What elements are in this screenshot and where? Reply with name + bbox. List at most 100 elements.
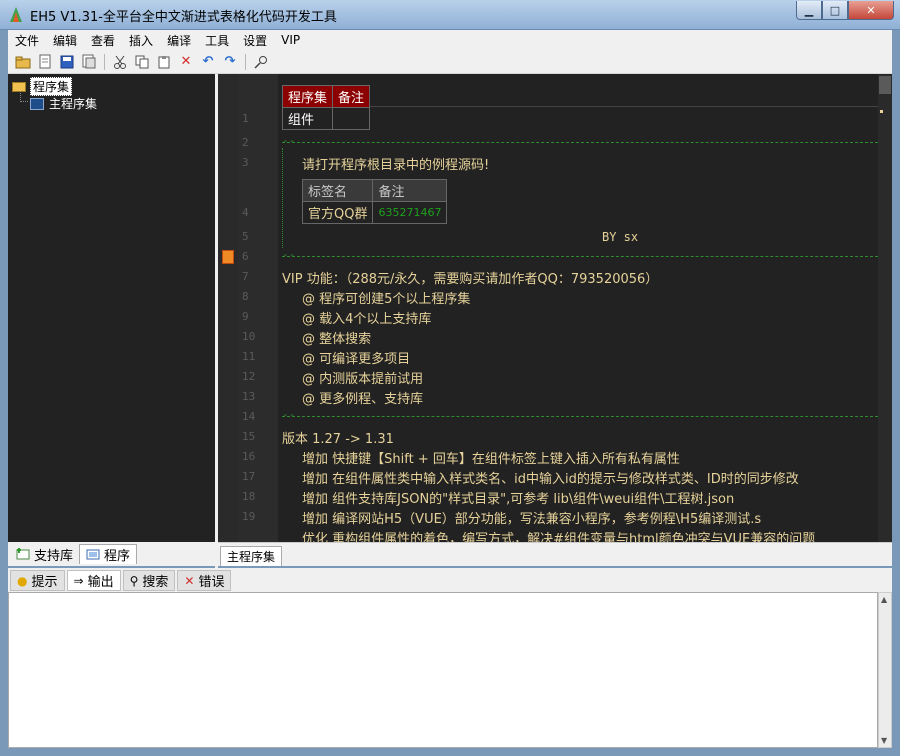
program-icon <box>86 549 100 561</box>
editor-tabs: 主程序集 <box>218 542 892 566</box>
output-panel[interactable] <box>8 592 878 748</box>
scroll-thumb[interactable] <box>879 76 891 94</box>
copy-icon[interactable] <box>131 52 153 72</box>
change-item: 增加 在组件属性类中输入样式类名、id中输入id的提示与修改样式类、ID时的同步… <box>302 472 799 487</box>
tree-root-label: 程序集 <box>30 77 73 96</box>
tab-error[interactable]: ✕ 错误 <box>177 570 232 591</box>
change-item: 增加 快捷键【Shift + 回车】在组件标签上键入插入所有私有属性 <box>302 452 680 467</box>
change-item: 增加 编译网站H5（VUE）部分功能，写法兼容小程序，参考例程\H5编译测试.s <box>302 512 762 527</box>
line-number: 11 <box>242 350 256 363</box>
table-header: 程序集 <box>281 85 334 108</box>
toolbar-separator <box>245 53 246 70</box>
line-number: 8 <box>242 290 249 303</box>
tab-program[interactable]: 程序 <box>79 544 138 564</box>
app-logo-icon <box>10 7 22 22</box>
tab-hint[interactable]: ● 提示 <box>10 570 65 591</box>
scroll-down-icon[interactable]: ▼ <box>881 736 887 745</box>
menu-settings[interactable]: 设置 <box>236 32 274 49</box>
menu-vip[interactable]: VIP <box>274 33 307 47</box>
error-icon: ✕ <box>184 573 195 588</box>
menu-edit[interactable]: 编辑 <box>46 32 84 49</box>
toolbar: ✕ ↶ ↷ <box>8 50 892 74</box>
line-number: 17 <box>242 470 256 483</box>
line-number: 13 <box>242 390 256 403</box>
notice-text: 请打开程序根目录中的例程源码! <box>302 158 490 173</box>
table-header: 备注 <box>332 85 371 108</box>
save-icon[interactable] <box>56 52 78 72</box>
redo-icon[interactable]: ↷ <box>219 52 241 72</box>
table-cell[interactable]: 官方QQ群 <box>301 201 374 224</box>
search-icon: ⚲ <box>129 573 139 588</box>
block-guide <box>282 148 283 248</box>
line-number: 16 <box>242 450 256 463</box>
library-icon <box>16 548 30 560</box>
line-number: 10 <box>242 330 256 343</box>
change-item: 优化 重构组件属性的着色，编写方式，解决#组件变量与html颜色冲突与VUE兼容… <box>302 532 816 542</box>
delete-icon[interactable]: ✕ <box>175 52 197 72</box>
version-title: 版本 1.27 -> 1.31 <box>282 432 394 447</box>
menu-compile[interactable]: 编译 <box>160 32 198 49</box>
tab-library-label: 支持库 <box>34 548 74 564</box>
line-number: 7 <box>242 270 249 283</box>
dash-marker: -- <box>282 134 296 147</box>
label-table: 标签名 备注 官方QQ群 635271467 <box>301 179 448 224</box>
tab-main-assembly[interactable]: 主程序集 <box>220 546 283 566</box>
lightbulb-icon: ● <box>17 573 28 588</box>
bookmark-gutter <box>218 74 238 542</box>
table-cell[interactable] <box>332 107 371 130</box>
line-number: 2 <box>242 136 249 149</box>
line-number: 19 <box>242 510 256 523</box>
menu-file[interactable]: 文件 <box>8 32 46 49</box>
tab-hint-label: 提示 <box>31 575 58 590</box>
table-cell[interactable]: 组件 <box>281 107 334 130</box>
table-header: 标签名 <box>301 179 374 202</box>
new-file-icon[interactable] <box>34 52 56 72</box>
scroll-marker <box>880 110 883 113</box>
vip-item: @ 可编译更多项目 <box>302 352 411 367</box>
paste-icon[interactable] <box>153 52 175 72</box>
line-number: 6 <box>242 250 249 263</box>
vip-title: VIP 功能：（288元/永久，需要购买请加作者QQ：793520056） <box>282 272 659 287</box>
dash-marker: -- <box>282 248 296 261</box>
folder-icon <box>12 81 26 92</box>
tab-library[interactable]: 支持库 <box>10 544 79 564</box>
save-all-icon[interactable] <box>78 52 100 72</box>
output-scrollbar[interactable]: ▲ ▼ <box>878 592 892 748</box>
editor-scrollbar[interactable] <box>878 74 892 542</box>
cut-icon[interactable] <box>109 52 131 72</box>
tab-output-label: 输出 <box>87 575 114 590</box>
dash-marker: -- <box>282 408 296 421</box>
menu-tools[interactable]: 工具 <box>198 32 236 49</box>
title-bar: EH5 V1.31-全平台全中文渐进式表格化代码开发工具 ▁ □ ✕ <box>0 0 900 30</box>
menu-insert[interactable]: 插入 <box>122 32 160 49</box>
tab-output[interactable]: ⇒ 输出 <box>66 570 121 591</box>
scroll-up-icon[interactable]: ▲ <box>881 595 887 604</box>
change-item: 增加 组件支持库JSON的"样式目录",可参考 lib\组件\weui组件\工程… <box>302 492 735 507</box>
close-button[interactable]: ✕ <box>848 1 894 20</box>
tab-search[interactable]: ⚲ 搜索 <box>122 570 176 591</box>
minimize-button[interactable]: ▁ <box>796 1 822 20</box>
new-folder-icon[interactable] <box>12 52 34 72</box>
project-tree: 程序集 主程序集 <box>8 74 215 542</box>
line-number: 15 <box>242 430 256 443</box>
menu-bar: 文件 编辑 查看 插入 编译 工具 设置 VIP <box>8 30 892 50</box>
section-divider <box>282 142 878 143</box>
tree-item-main[interactable]: 主程序集 <box>30 95 97 112</box>
menu-view[interactable]: 查看 <box>84 32 122 49</box>
bookmark-icon[interactable] <box>222 250 234 264</box>
table-cell[interactable]: 635271467 <box>372 201 448 224</box>
tab-program-label: 程序 <box>104 549 131 564</box>
tab-search-label: 搜索 <box>142 575 169 590</box>
section-divider <box>282 416 878 417</box>
tree-connector <box>20 91 28 102</box>
line-number: 9 <box>242 310 249 323</box>
window-title: EH5 V1.31-全平台全中文渐进式表格化代码开发工具 <box>30 10 337 25</box>
undo-icon[interactable]: ↶ <box>197 52 219 72</box>
author-text: BY sx <box>602 230 639 244</box>
code-editor[interactable]: 1 2 3 4 5 6 7 8 9 10 11 12 13 14 15 16 1… <box>218 74 878 542</box>
vip-item: @ 载入4个以上支持库 <box>302 312 432 327</box>
line-number: 5 <box>242 230 249 243</box>
module-icon <box>30 97 44 110</box>
maximize-button[interactable]: □ <box>822 1 848 20</box>
search-icon[interactable] <box>250 52 272 72</box>
